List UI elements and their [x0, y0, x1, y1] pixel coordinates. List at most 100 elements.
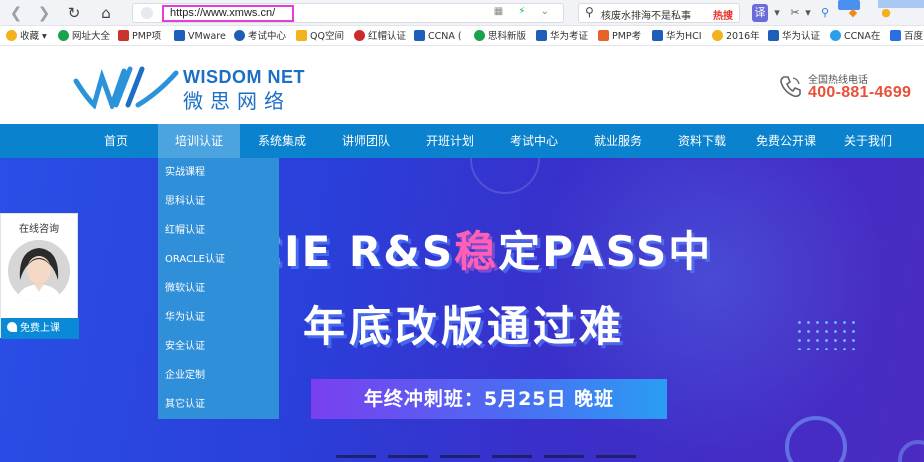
- avatar[interactable]: [8, 240, 70, 302]
- hero-banner[interactable]: HCIE R&S稳定PASS中 年底改版通过难 年终冲刺班：5月25日 晚班: [0, 158, 924, 462]
- hotline-number: 400-881-4699: [808, 84, 912, 101]
- dropdown-item-oracle[interactable]: ORACLE认证: [165, 251, 225, 269]
- logo-text-cn: 微思网络: [183, 89, 291, 113]
- online-consult-widget: 在线咨询 免费上课: [0, 213, 79, 339]
- bookmark-icon: [474, 30, 485, 41]
- bookmark-label: PMP项: [132, 31, 162, 42]
- chevron-down-icon[interactable]: ▾: [803, 4, 813, 22]
- bookmark-item[interactable]: PMP项: [118, 29, 161, 44]
- carousel-indicator[interactable]: [596, 455, 636, 458]
- bolt-icon[interactable]: ⚡: [518, 6, 531, 17]
- star-icon: [296, 30, 307, 41]
- extension-badge: [878, 0, 924, 8]
- training-dropdown: 实战课程 思科认证 红帽认证 ORACLE认证 微软认证 华为认证 安全认证 企…: [158, 158, 279, 419]
- forward-icon[interactable]: ❯: [34, 3, 54, 23]
- bookmark-label: 网址大全: [72, 31, 111, 42]
- bookmarks-bar: 收藏 ▾ 网址大全 PMP项 VMware 考试中心 QQ空间 红帽认证 CCN…: [0, 27, 924, 46]
- dropdown-item-cisco[interactable]: 思科认证: [165, 193, 205, 211]
- dropdown-item-practice[interactable]: 实战课程: [165, 164, 205, 182]
- reload-icon[interactable]: ↻: [64, 3, 84, 23]
- back-icon[interactable]: ❮: [6, 3, 26, 23]
- bookmark-label: 华为HCI: [666, 31, 702, 42]
- bookmark-item[interactable]: PMP考: [598, 29, 641, 44]
- chevron-down-icon[interactable]: ⌄: [541, 6, 555, 17]
- nav-item-training[interactable]: 培训认证: [158, 124, 240, 158]
- bookmark-item[interactable]: 红帽认证: [354, 29, 406, 44]
- bookmark-label: 华为认证: [782, 31, 821, 42]
- bookmark-label: QQ空间: [310, 31, 344, 42]
- bookmark-label: CCNA (: [428, 31, 462, 42]
- free-class-button[interactable]: 免费上课: [1, 318, 79, 339]
- carousel-indicator[interactable]: [440, 455, 480, 458]
- bookmark-item[interactable]: QQ空间: [296, 29, 344, 44]
- nav-item-employment[interactable]: 就业服务: [586, 124, 650, 158]
- nav-item-teachers[interactable]: 讲师团队: [334, 124, 398, 158]
- bookmark-icon: [414, 30, 425, 41]
- carousel-indicator[interactable]: [336, 455, 376, 458]
- address-bar[interactable]: https://www.xmws.cn/ ▦ ⚡ ⌄: [132, 3, 564, 23]
- grid-icon[interactable]: ▦: [494, 6, 509, 17]
- banner-cta-text: 年终冲刺班：5月25日 晚班: [363, 388, 615, 410]
- gift-icon[interactable]: ◆: [846, 4, 860, 22]
- nav-item-schedule[interactable]: 开班计划: [418, 124, 482, 158]
- nav-item-integration[interactable]: 系统集成: [250, 124, 314, 158]
- bookmark-icon: [58, 30, 69, 41]
- dropdown-item-microsoft[interactable]: 微软认证: [165, 280, 205, 298]
- dropdown-item-enterprise[interactable]: 企业定制: [165, 367, 205, 385]
- dropdown-item-other[interactable]: 其它认证: [165, 396, 205, 414]
- bookmark-item[interactable]: 2016年: [712, 29, 760, 44]
- bookmark-label: 收藏: [20, 31, 40, 42]
- search-box[interactable]: ⚲ 核废水排海不是私事 热搜: [578, 3, 740, 23]
- bookmark-icon: [890, 30, 901, 41]
- bookmark-label: 华为考证: [550, 31, 589, 42]
- bookmark-item[interactable]: 百度: [890, 29, 923, 44]
- dropdown-item-redhat[interactable]: 红帽认证: [165, 222, 205, 240]
- search-hint: 核废水排海不是私事: [601, 11, 691, 22]
- bookmark-item[interactable]: 华为HCI: [652, 29, 702, 44]
- bookmark-item[interactable]: 网址大全: [58, 29, 110, 44]
- url-highlight: https://www.xmws.cn/: [162, 5, 294, 22]
- secure-icon: [141, 7, 153, 19]
- carousel-indicator[interactable]: [544, 455, 584, 458]
- bookmark-item[interactable]: 思科新版: [474, 29, 526, 44]
- banner-cta[interactable]: 年终冲刺班：5月25日 晚班: [311, 379, 667, 419]
- star-icon: [6, 30, 17, 41]
- bookmark-item[interactable]: 华为认证: [768, 29, 820, 44]
- magnifier-icon[interactable]: ⚲: [818, 4, 832, 22]
- free-class-label: 免费上课: [20, 323, 60, 334]
- bookmark-item[interactable]: 考试中心: [234, 29, 286, 44]
- dropdown-item-security[interactable]: 安全认证: [165, 338, 205, 356]
- nav-item-free-courses[interactable]: 免费公开课: [748, 124, 824, 158]
- translate-icon[interactable]: 译: [752, 4, 768, 22]
- wisdom-net-logo-icon[interactable]: [72, 63, 180, 109]
- chevron-down-icon[interactable]: ▾: [772, 4, 782, 22]
- nav-item-about[interactable]: 关于我们: [836, 124, 900, 158]
- headline-accent: 稳: [454, 227, 499, 276]
- bookmark-icon: [174, 30, 185, 41]
- bookmark-item[interactable]: CCNA在: [830, 29, 880, 44]
- dropdown-item-huawei[interactable]: 华为认证: [165, 309, 205, 327]
- bookmark-item[interactable]: VMware: [174, 29, 226, 44]
- banner-subheadline: 年底改版通过难: [303, 302, 626, 351]
- banner-decor-ring: [898, 440, 924, 462]
- hot-search-badge[interactable]: 热搜: [713, 7, 733, 22]
- bookmark-item[interactable]: 收藏 ▾: [6, 29, 47, 44]
- carousel-indicator[interactable]: [388, 455, 428, 458]
- banner-headline: HCIE R&S稳定PASS中: [214, 218, 814, 279]
- scissors-icon[interactable]: ✂: [788, 4, 802, 22]
- star-icon: [712, 30, 723, 41]
- nav-item-downloads[interactable]: 资料下载: [670, 124, 734, 158]
- home-icon[interactable]: ⌂: [96, 3, 116, 23]
- url-text[interactable]: https://www.xmws.cn/: [170, 7, 275, 20]
- bookmark-item[interactable]: 华为考证: [536, 29, 588, 44]
- nav-item-home[interactable]: 首页: [92, 124, 140, 158]
- bookmark-label: 考试中心: [248, 31, 287, 42]
- bookmark-label: 2016年: [726, 31, 760, 42]
- carousel-indicator[interactable]: [492, 455, 532, 458]
- bookmark-icon: [652, 30, 663, 41]
- bookmark-item[interactable]: CCNA (: [414, 29, 462, 44]
- nav-item-exam-center[interactable]: 考试中心: [502, 124, 566, 158]
- site-header: WISDOM NET 微思网络 全国热线电话 400-881-4699: [0, 47, 924, 124]
- bookmark-label: CCNA在: [844, 31, 881, 42]
- search-icon: ⚲: [585, 5, 594, 19]
